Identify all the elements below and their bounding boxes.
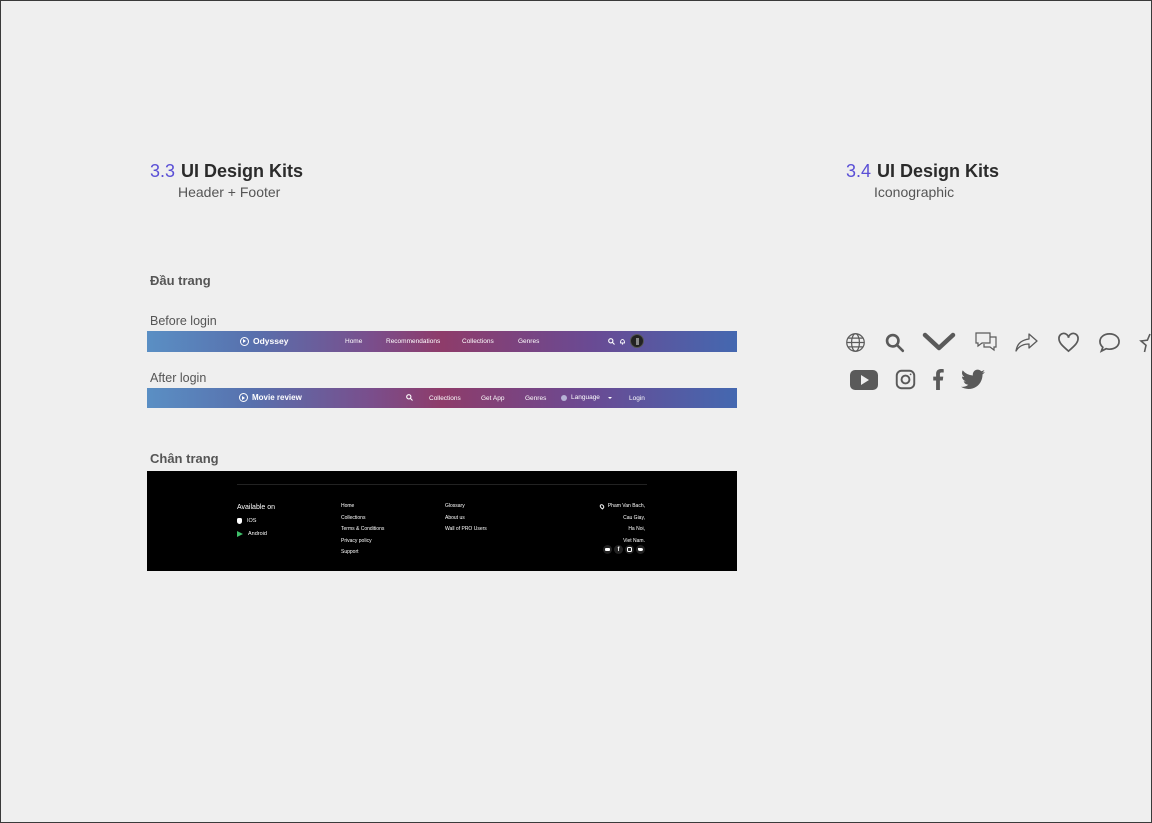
comment-icon xyxy=(1099,333,1120,353)
android-label: Android xyxy=(248,531,267,537)
nav-get-app[interactable]: Get App xyxy=(481,395,505,402)
play-icon xyxy=(240,336,249,346)
globe-icon xyxy=(846,333,865,352)
nav-collections[interactable]: Collections xyxy=(429,395,461,402)
footer-address: Pham Van Bach, Cau Giay, Ha Noi, Viet Na… xyxy=(598,502,645,544)
section-number: 3.4 xyxy=(846,161,872,181)
address-line-4: Viet Nam. xyxy=(623,537,645,544)
play-icon xyxy=(239,393,248,402)
section-3-4-subtitle: Iconographic xyxy=(874,184,955,200)
instagram-icon xyxy=(895,369,916,390)
header-before-login: Odyssey Home Recommendations Collections… xyxy=(147,331,737,352)
ios-link[interactable]: IOS xyxy=(237,518,256,524)
caret-down-icon xyxy=(607,396,612,399)
available-on-heading: Available on xyxy=(237,504,276,511)
brand-logo[interactable]: Odyssey xyxy=(240,336,288,346)
apple-icon xyxy=(237,518,242,524)
globe-dot-icon xyxy=(561,394,567,401)
star-icon xyxy=(1139,333,1151,353)
footer-links-col1: Home Collections Terms & Conditions Priv… xyxy=(341,503,384,555)
bell-icon[interactable] xyxy=(619,338,626,345)
twitter-icon[interactable] xyxy=(636,545,645,554)
section-3-4-title: 3.4 UI Design Kits xyxy=(846,161,999,182)
footer-link[interactable]: Terms & Conditions xyxy=(341,526,384,532)
address-line-2: Cau Giay, xyxy=(623,514,645,521)
instagram-icon[interactable] xyxy=(625,545,634,554)
location-pin-icon xyxy=(598,502,606,510)
ios-label: IOS xyxy=(247,518,257,524)
search-icon[interactable] xyxy=(608,338,615,345)
after-login-label: After login xyxy=(150,371,207,385)
nav-home[interactable]: Home xyxy=(345,338,362,345)
nav-recommendations[interactable]: Recommendations xyxy=(386,338,440,345)
facebook-icon[interactable]: f xyxy=(614,545,623,554)
chevron-down-icon xyxy=(922,332,956,351)
section-3-3-title: 3.3 UI Design Kits xyxy=(150,161,303,182)
before-login-label: Before login xyxy=(150,314,217,328)
search-icon[interactable] xyxy=(406,394,413,401)
facebook-icon xyxy=(933,369,944,390)
address-line-1: Pham Van Bach, xyxy=(598,502,645,510)
footer: Available on IOS Android Home Collection… xyxy=(147,471,737,571)
twitter-icon xyxy=(961,369,985,389)
nav-genres[interactable]: Genres xyxy=(525,395,546,402)
header-section-label: Đầu trang xyxy=(150,273,211,288)
footer-link[interactable]: Support xyxy=(341,549,384,555)
nav-genres[interactable]: Genres xyxy=(518,338,539,345)
brand-logo[interactable]: Movie review xyxy=(239,393,302,402)
heart-icon xyxy=(1058,332,1079,353)
footer-section-label: Chân trang xyxy=(150,451,219,466)
section-title-text: UI Design Kits xyxy=(181,161,304,181)
section-number: 3.3 xyxy=(150,161,176,181)
section-3-3-subtitle: Header + Footer xyxy=(178,184,281,200)
language-label: Language xyxy=(571,394,600,401)
brand-name: Movie review xyxy=(252,393,302,402)
avatar[interactable] xyxy=(630,334,644,348)
footer-link[interactable]: About us xyxy=(445,515,487,521)
address-text: Pham Van Bach, xyxy=(607,503,645,509)
chat-bubbles-icon xyxy=(975,332,997,352)
header-after-login: Movie review Collections Get App Genres … xyxy=(147,388,737,408)
share-icon xyxy=(1015,333,1038,352)
footer-link[interactable]: Privacy policy xyxy=(341,538,384,544)
youtube-icon[interactable] xyxy=(603,545,612,554)
brand-name: Odyssey xyxy=(253,336,289,346)
footer-link[interactable]: Home xyxy=(341,503,384,509)
search-icon xyxy=(885,333,905,353)
android-link[interactable]: Android xyxy=(237,531,267,537)
nav-collections[interactable]: Collections xyxy=(462,338,494,345)
footer-divider xyxy=(237,484,647,485)
footer-link[interactable]: Wall of PRO Users xyxy=(445,526,487,532)
footer-social-icons: f xyxy=(603,545,645,554)
language-dropdown[interactable]: Language xyxy=(561,394,612,401)
section-title-text: UI Design Kits xyxy=(877,161,1000,181)
youtube-icon xyxy=(850,370,878,390)
nav-login[interactable]: Login xyxy=(629,395,645,402)
address-line-3: Ha Noi, xyxy=(628,526,645,532)
play-store-icon xyxy=(237,531,243,537)
footer-link[interactable]: Collections xyxy=(341,515,384,521)
footer-links-col2: Glossary About us Wall of PRO Users xyxy=(445,503,487,532)
footer-link[interactable]: Glossary xyxy=(445,503,487,509)
